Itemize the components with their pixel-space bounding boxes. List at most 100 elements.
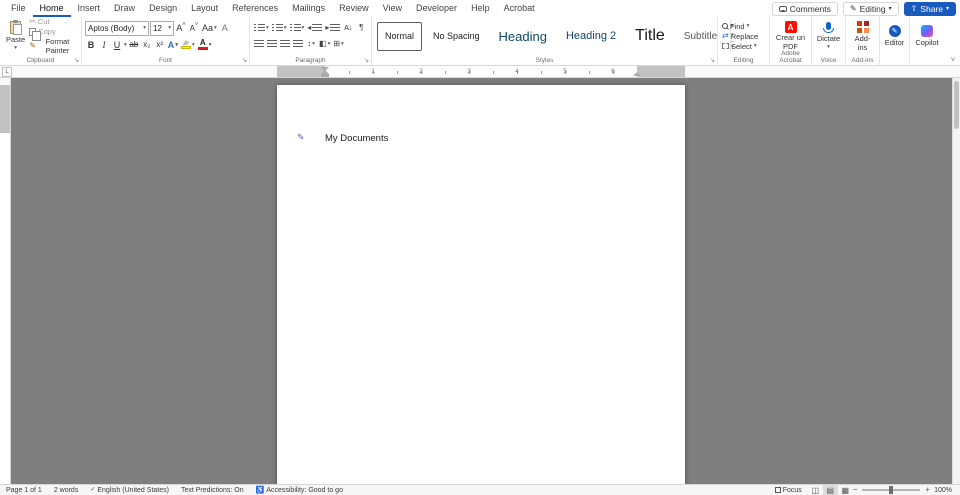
- copilot-button[interactable]: Copilot: [913, 18, 941, 54]
- menu-tab-acrobat[interactable]: Acrobat: [497, 0, 542, 17]
- page-number-status[interactable]: Page 1 of 1: [0, 487, 48, 494]
- align-center-button[interactable]: [266, 37, 278, 51]
- bullet-list-button[interactable]: ▾: [253, 21, 270, 35]
- paste-button[interactable]: Paste ▾: [3, 18, 28, 54]
- align-right-button[interactable]: [279, 37, 291, 51]
- font-name-select[interactable]: Aptos (Body) ▾: [85, 20, 149, 36]
- zoom-percentage[interactable]: 100%: [930, 487, 960, 494]
- read-mode-button[interactable]: ◫: [808, 485, 823, 495]
- word-count-status[interactable]: 2 words: [48, 487, 85, 494]
- shrink-font-button[interactable]: A ˅: [188, 21, 200, 35]
- numbered-list-button[interactable]: ▾: [271, 21, 288, 35]
- share-button[interactable]: ⇧ Share ▾: [903, 1, 956, 16]
- document-text[interactable]: My Documents: [325, 133, 388, 144]
- style-heading-2[interactable]: Heading 2: [558, 22, 624, 51]
- editor-button[interactable]: ✎ Editor: [883, 18, 906, 54]
- subscript-button[interactable]: x₂: [141, 38, 153, 52]
- paragraph-dialog-launcher-icon[interactable]: ↘: [364, 58, 369, 64]
- language-status[interactable]: ✓ English (United States): [84, 487, 175, 494]
- font-size-select[interactable]: 12 ▾: [150, 20, 174, 36]
- justify-button[interactable]: [292, 37, 304, 51]
- font-dialog-launcher-icon[interactable]: ↘: [242, 58, 247, 64]
- styles-dialog-launcher-icon[interactable]: ↘: [710, 58, 715, 64]
- copy-button[interactable]: Copy: [28, 27, 78, 41]
- menu-tab-design[interactable]: Design: [142, 0, 184, 17]
- strikethrough-button[interactable]: ab: [128, 38, 140, 52]
- style-heading-1[interactable]: Heading: [491, 22, 555, 51]
- superscript-button[interactable]: x²: [154, 38, 166, 52]
- line-spacing-icon: ↕: [307, 39, 312, 48]
- chevron-down-icon: ▾: [312, 41, 315, 47]
- search-icon: [722, 23, 728, 29]
- zoom-slider-thumb[interactable]: [889, 486, 894, 494]
- clear-formatting-button[interactable]: A: [219, 21, 231, 35]
- menu-tab-mailings[interactable]: Mailings: [285, 0, 332, 17]
- menu-tab-insert[interactable]: Insert: [71, 0, 108, 17]
- line-spacing-button[interactable]: ↕ ▾: [305, 37, 317, 51]
- tab-stop-selector[interactable]: L: [2, 67, 12, 77]
- shading-button[interactable]: ◧ ▾: [318, 37, 331, 51]
- show-hide-paragraph-button[interactable]: ¶: [355, 21, 367, 35]
- accessibility-status[interactable]: ♿ Accessibility: Good to go: [250, 487, 349, 494]
- zoom-slider[interactable]: [862, 486, 921, 494]
- text-effects-button[interactable]: A ▾: [167, 38, 179, 52]
- vertical-ruler[interactable]: [0, 78, 11, 484]
- increase-indent-button[interactable]: ▸: [324, 21, 341, 35]
- print-layout-button[interactable]: ▤: [822, 484, 838, 495]
- italic-button[interactable]: I: [98, 38, 110, 52]
- horizontal-ruler[interactable]: L 1 2 3 4 5 6: [0, 66, 960, 78]
- dictate-button[interactable]: Dictate ▾: [815, 18, 842, 54]
- sort-button[interactable]: A↓: [342, 21, 354, 35]
- right-indent-marker[interactable]: [633, 72, 641, 76]
- pencil-icon: ✎: [849, 3, 857, 13]
- select-button[interactable]: Select ▾: [721, 42, 766, 51]
- create-pdf-button[interactable]: A Crear un PDF: [773, 18, 808, 54]
- align-left-button[interactable]: [253, 37, 265, 51]
- menu-tab-file[interactable]: File: [4, 0, 33, 17]
- cut-button[interactable]: ✂ Cut: [28, 17, 78, 26]
- menu-tab-help[interactable]: Help: [464, 0, 497, 17]
- underline-button[interactable]: U: [111, 38, 123, 52]
- vertical-scrollbar[interactable]: [952, 78, 960, 484]
- addins-icon: [856, 20, 869, 33]
- grow-font-button[interactable]: A ˄: [175, 21, 187, 35]
- zoom-out-button[interactable]: −: [853, 486, 858, 494]
- text-predictions-status[interactable]: Text Predictions: On: [175, 487, 250, 494]
- clipboard-dialog-launcher-icon[interactable]: ↘: [74, 58, 79, 64]
- style-normal[interactable]: Normal: [377, 21, 423, 51]
- replace-button[interactable]: ⇄ Replace: [721, 32, 766, 41]
- collapse-ribbon-icon[interactable]: ˅: [951, 57, 955, 64]
- copilot-margin-icon[interactable]: ✎: [297, 132, 305, 143]
- comments-button[interactable]: Comments: [771, 1, 838, 16]
- editing-mode-button[interactable]: ✎ Editing ▾: [842, 1, 899, 16]
- left-indent-marker[interactable]: [321, 74, 329, 77]
- scrollbar-thumb[interactable]: [954, 81, 959, 129]
- menu-tab-view[interactable]: View: [376, 0, 409, 17]
- style-no-spacing[interactable]: No Spacing: [425, 22, 488, 51]
- menu-tab-review[interactable]: Review: [332, 0, 376, 17]
- menu-tab-draw[interactable]: Draw: [107, 0, 142, 17]
- group-editing: Find ▾ ⇄ Replace Select ▾ Editing: [718, 17, 770, 65]
- menu-tab-layout[interactable]: Layout: [184, 0, 225, 17]
- find-button[interactable]: Find ▾: [721, 22, 766, 31]
- change-case-button[interactable]: Aa ▾: [201, 21, 218, 35]
- menu-tab-developer[interactable]: Developer: [409, 0, 464, 17]
- font-color-button[interactable]: A ▾: [197, 38, 213, 52]
- menu-tab-home[interactable]: Home: [32, 0, 71, 17]
- highlight-color-button[interactable]: ▾: [180, 38, 196, 52]
- borders-button[interactable]: ⊞ ▾: [332, 37, 344, 51]
- decrease-indent-button[interactable]: ◂: [306, 21, 323, 35]
- document-page[interactable]: ✎ My Documents: [277, 85, 685, 484]
- multilevel-list-button[interactable]: ▾: [289, 21, 306, 35]
- focus-mode-button[interactable]: Focus: [769, 487, 808, 494]
- style-title[interactable]: Title: [627, 22, 673, 51]
- addins-button[interactable]: Add-ins: [849, 18, 876, 54]
- select-label: Select: [731, 41, 752, 51]
- style-heading-2-label: Heading 2: [565, 30, 617, 42]
- bold-button[interactable]: B: [85, 38, 97, 52]
- accessibility-label: Accessibility: Good to go: [266, 486, 343, 494]
- editing-group-label: Editing: [733, 57, 754, 64]
- underline-chevron-icon[interactable]: ▾: [124, 42, 127, 48]
- menu-tab-references[interactable]: References: [225, 0, 285, 17]
- web-layout-button[interactable]: ▦: [838, 485, 853, 495]
